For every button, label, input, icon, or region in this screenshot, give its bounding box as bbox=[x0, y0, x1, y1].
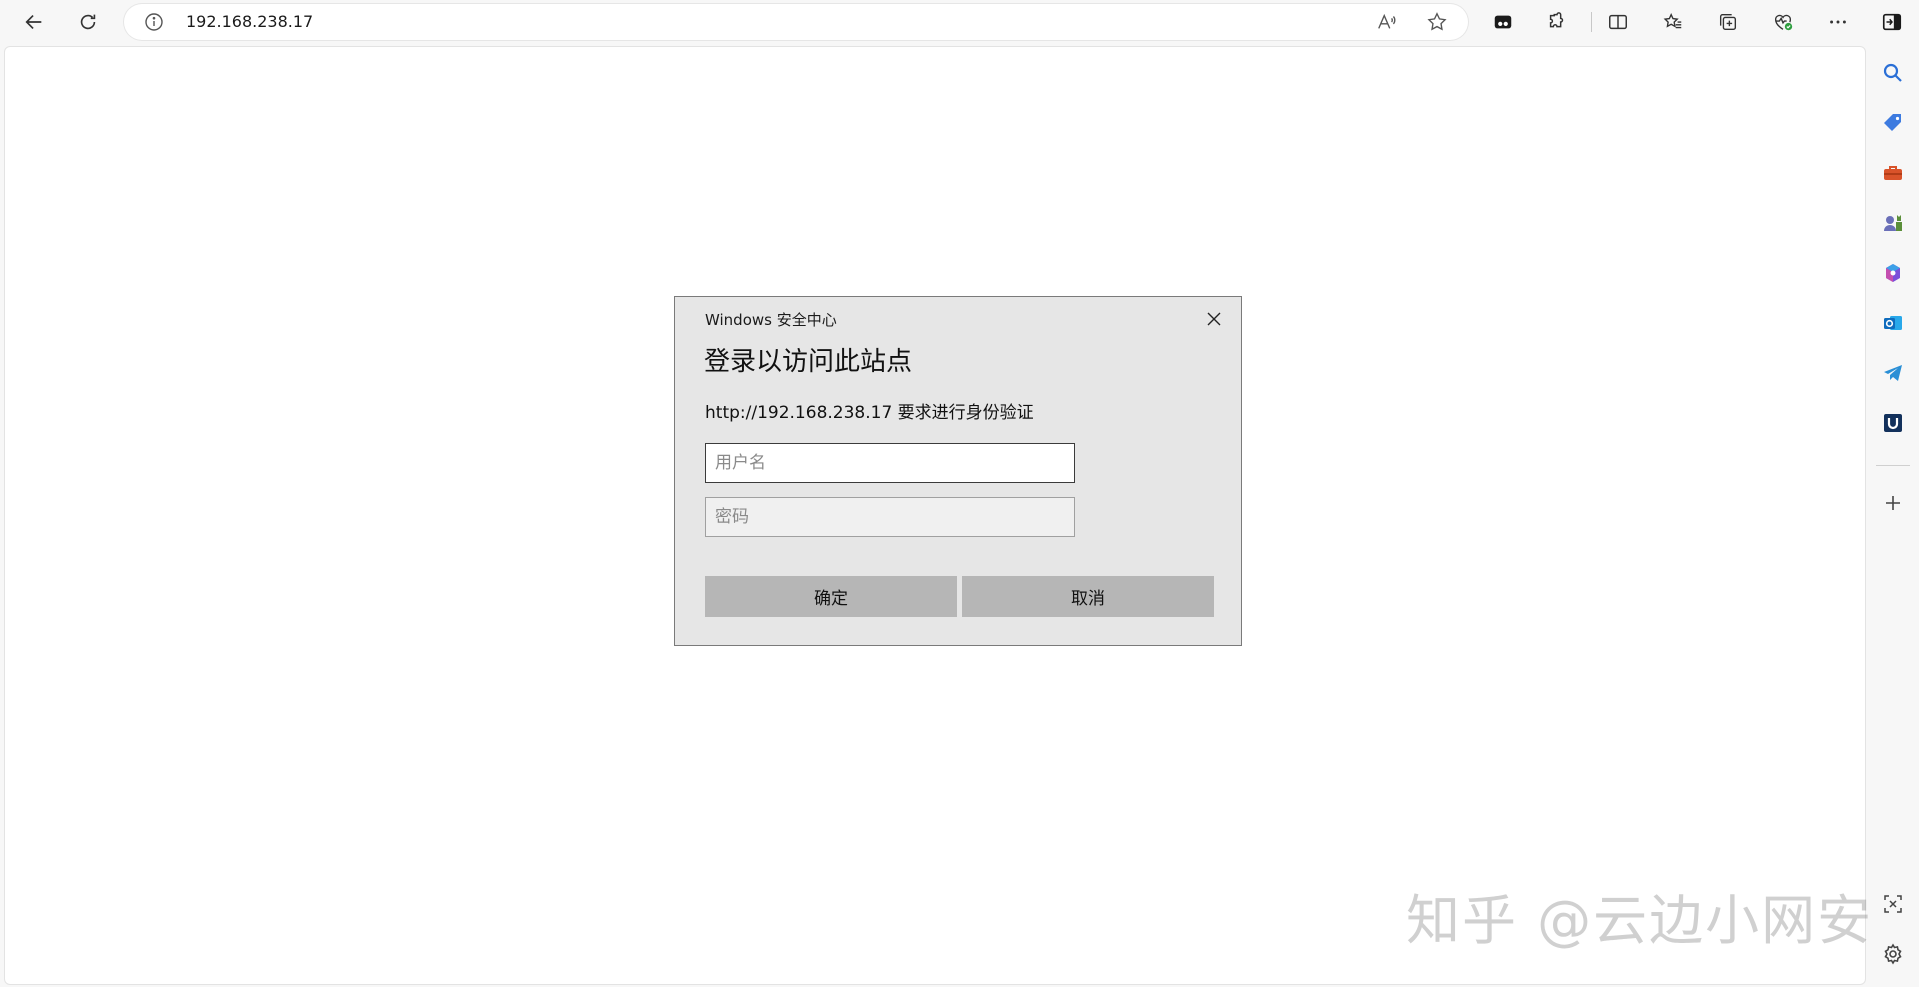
browser-essentials-button[interactable] bbox=[1765, 6, 1801, 38]
sidebar-divider bbox=[1876, 465, 1910, 466]
browser-essentials-icon bbox=[1774, 14, 1793, 31]
settings-icon bbox=[1884, 943, 1902, 965]
sidebar-item-search[interactable] bbox=[1878, 58, 1908, 88]
edge-sidebar bbox=[1866, 44, 1919, 987]
split-screen-button[interactable] bbox=[1600, 6, 1636, 38]
address-bar[interactable]: 192.168.238.17 bbox=[124, 4, 1468, 40]
sidebar-add-button[interactable] bbox=[1878, 488, 1908, 518]
back-icon bbox=[25, 14, 42, 30]
back-button[interactable] bbox=[16, 6, 52, 38]
sidebar-toggle-button[interactable] bbox=[1874, 6, 1910, 38]
favorites-icon bbox=[1663, 13, 1682, 29]
outlook-icon bbox=[1884, 316, 1902, 330]
screenshot-icon bbox=[1884, 895, 1902, 913]
more-button[interactable] bbox=[1820, 6, 1856, 38]
browser-toolbar: 192.168.238.17 bbox=[0, 0, 1919, 44]
close-icon bbox=[1207, 312, 1221, 326]
cancel-button[interactable]: 取消 bbox=[962, 576, 1214, 617]
telegram-icon bbox=[1884, 365, 1902, 381]
add-icon bbox=[1886, 496, 1900, 510]
sidebar-item-games[interactable] bbox=[1878, 208, 1908, 238]
copilot-icon bbox=[1886, 264, 1900, 282]
tab-actions-button[interactable] bbox=[1485, 6, 1521, 38]
collections-button[interactable] bbox=[1710, 6, 1746, 38]
watermark: 知乎 @云边小网安 bbox=[1406, 889, 1874, 952]
ok-button[interactable]: 确定 bbox=[705, 576, 957, 617]
collections-icon bbox=[1719, 13, 1737, 31]
dialog-close-button[interactable] bbox=[1201, 306, 1227, 332]
tab-actions-icon bbox=[1494, 15, 1512, 29]
extensions-icon bbox=[1549, 12, 1564, 28]
u-app-icon bbox=[1884, 414, 1902, 432]
sidebar-item-u-app[interactable] bbox=[1878, 408, 1908, 438]
sidebar-item-tools[interactable] bbox=[1878, 158, 1908, 188]
more-icon bbox=[1830, 20, 1846, 24]
url-text[interactable]: 192.168.238.17 bbox=[186, 4, 313, 40]
sidebar-settings-button[interactable] bbox=[1878, 939, 1908, 969]
read-aloud-icon[interactable] bbox=[1374, 10, 1400, 34]
toolbar-divider bbox=[1591, 12, 1592, 32]
auth-dialog: Windows 安全中心 登录以访问此站点 http://192.168.238… bbox=[674, 296, 1242, 646]
sidebar-item-telegram[interactable] bbox=[1878, 358, 1908, 388]
split-screen-icon bbox=[1609, 14, 1627, 30]
sidebar-screenshot-button[interactable] bbox=[1878, 889, 1908, 919]
dialog-title: Windows 安全中心 bbox=[705, 311, 837, 329]
search-icon bbox=[1883, 63, 1902, 82]
favorites-button[interactable] bbox=[1655, 6, 1691, 38]
dialog-message: http://192.168.238.17 要求进行身份验证 bbox=[705, 403, 1034, 423]
dialog-heading: 登录以访问此站点 bbox=[704, 347, 913, 377]
refresh-icon bbox=[80, 14, 96, 30]
sidebar-item-outlook[interactable] bbox=[1878, 308, 1908, 338]
shopping-tag-icon bbox=[1884, 114, 1901, 131]
extensions-button[interactable] bbox=[1539, 6, 1575, 38]
refresh-button[interactable] bbox=[70, 6, 106, 38]
tools-briefcase-icon bbox=[1884, 166, 1902, 180]
games-icon bbox=[1884, 215, 1902, 231]
sidebar-item-copilot[interactable] bbox=[1878, 258, 1908, 288]
favorite-star-icon[interactable] bbox=[1424, 10, 1450, 34]
username-input[interactable] bbox=[705, 443, 1075, 483]
info-icon[interactable] bbox=[144, 12, 164, 32]
sidebar-toggle-icon bbox=[1882, 13, 1902, 31]
sidebar-item-shopping[interactable] bbox=[1878, 108, 1908, 138]
password-input[interactable] bbox=[705, 497, 1075, 537]
